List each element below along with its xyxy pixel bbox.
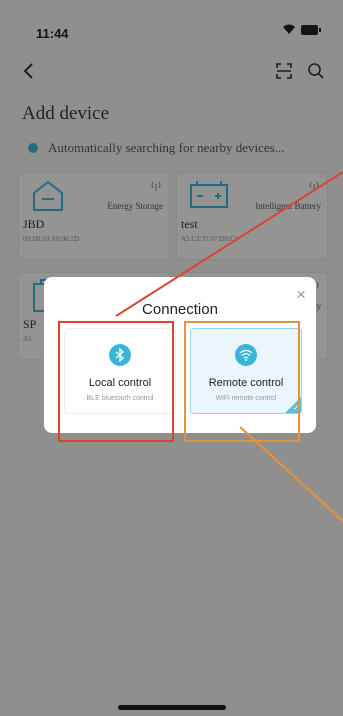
annotation-arrow-orange xyxy=(239,426,343,522)
screen: 11:44 Add device Automatically searching… xyxy=(0,0,343,716)
annotation-arrows xyxy=(115,171,343,522)
home-indicator xyxy=(118,705,226,710)
annotation-arrow-red xyxy=(115,171,343,317)
